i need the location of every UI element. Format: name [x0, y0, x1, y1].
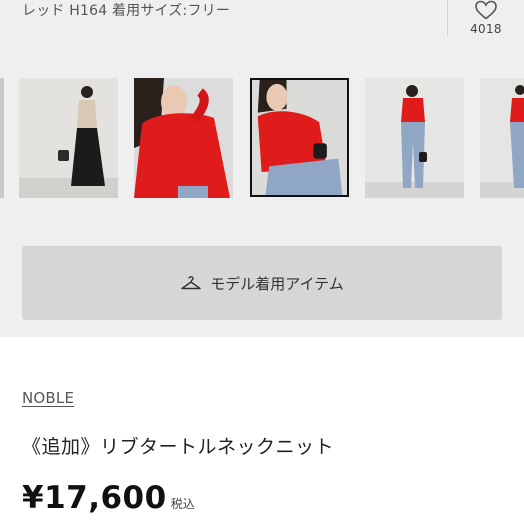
hanger-icon [181, 276, 201, 290]
price: ¥17,600 税込 [22, 480, 195, 516]
thumbnail-1[interactable] [19, 78, 118, 198]
brand-link[interactable]: NOBLE [22, 389, 74, 407]
thumbnail-3[interactable] [250, 78, 349, 197]
favorite-count: 4018 [470, 22, 502, 36]
price-value: ¥17,600 [22, 480, 167, 516]
model-size-caption: レッド H164 着用サイズ:フリー [22, 3, 231, 19]
tax-label: 税込 [170, 497, 195, 511]
thumbnail-strip [0, 78, 524, 198]
model-items-label: モデル着用アイテム [210, 274, 344, 293]
thumbnail-5[interactable] [480, 78, 524, 198]
favorite-button[interactable]: 4018 [458, 0, 514, 40]
thumbnail-0[interactable] [0, 78, 4, 198]
heart-icon [475, 0, 497, 20]
product-title: 《追加》リブタートルネックニット [22, 436, 335, 458]
model-items-button[interactable]: モデル着用アイテム [22, 246, 502, 320]
thumbnail-4[interactable] [365, 78, 464, 198]
divider [447, 0, 448, 36]
thumbnail-2[interactable] [134, 78, 233, 198]
